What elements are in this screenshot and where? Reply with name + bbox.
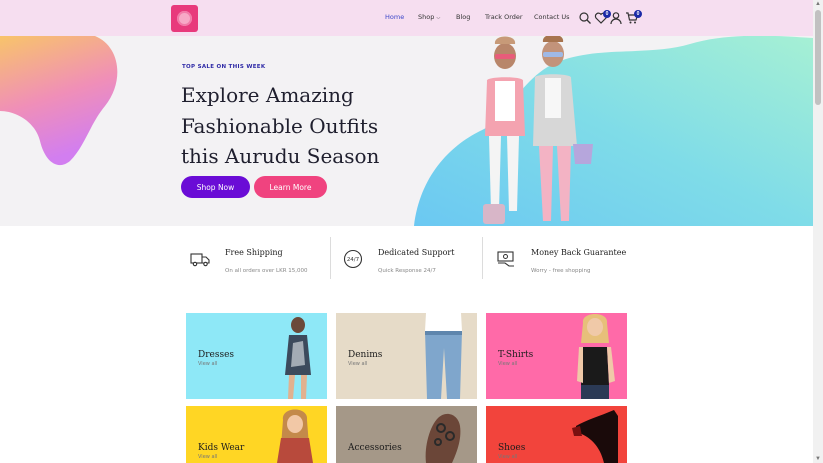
scroll-up-arrow-icon[interactable]: ▲	[813, 0, 823, 8]
category-name: Denims	[348, 350, 383, 360]
view-all-link[interactable]: View all	[198, 454, 217, 460]
feature-title: Free Shipping	[225, 248, 283, 257]
scroll-down-arrow-icon[interactable]: ▼	[813, 455, 823, 463]
truck-icon	[190, 253, 210, 267]
site-header: Home Shop ⌵ Blog Track Order Contact Us …	[0, 0, 813, 36]
search-icon[interactable]	[578, 11, 592, 25]
nav-blog[interactable]: Blog	[456, 13, 470, 21]
feature-title: Money Back Guarantee	[531, 248, 627, 257]
feature-money-back: Money Back Guarantee Worry - free shoppi…	[487, 238, 637, 282]
divider	[330, 237, 331, 279]
view-all-link[interactable]: View all	[498, 454, 517, 460]
shoes-image	[572, 410, 618, 463]
support-24-7-icon: 24/7	[343, 249, 363, 269]
nav-home[interactable]: Home	[385, 13, 404, 21]
hero-title-line: Fashionable Outfits	[181, 113, 379, 138]
category-name: Dresses	[198, 350, 235, 360]
category-card-dresses[interactable]: Dresses View all	[186, 313, 327, 399]
vertical-scrollbar[interactable]: ▲ ▼	[813, 0, 823, 463]
category-name: Shoes	[498, 443, 526, 453]
cart-count-badge: 0	[634, 10, 642, 18]
view-all-link[interactable]: View all	[498, 361, 517, 367]
denims-model-image	[425, 313, 462, 399]
feature-subtitle: Worry - free shopping	[531, 268, 591, 274]
hero-banner: TOP SALE ON THIS WEEK Explore Amazing Fa…	[0, 36, 813, 226]
user-icon[interactable]	[609, 11, 623, 25]
shop-now-button[interactable]: Shop Now	[181, 176, 250, 198]
kids-wear-model-image	[277, 409, 313, 463]
category-card-shoes[interactable]: Shoes View all	[486, 406, 627, 463]
dresses-model-image	[285, 317, 311, 399]
money-back-icon	[497, 251, 514, 267]
nav-shop[interactable]: Shop ⌵	[418, 13, 440, 21]
site-logo[interactable]	[171, 5, 198, 32]
hero-title-line: this Aurudu Season	[181, 144, 380, 168]
category-card-t-shirts[interactable]: T-Shirts View all	[486, 313, 627, 399]
category-name: Accessories	[348, 443, 402, 453]
hero-title-line: Explore Amazing	[181, 83, 354, 107]
feature-subtitle: Quick Response 24/7	[378, 268, 436, 274]
hero-models-image	[483, 36, 593, 224]
accessories-hand-image	[425, 413, 461, 463]
category-card-denims[interactable]: Denims View all	[336, 313, 477, 399]
feature-subtitle: On all orders over LKR 15,000	[225, 268, 308, 274]
nav-track-order[interactable]: Track Order	[485, 13, 523, 21]
hero-title: Explore Amazing Fashionable Outfits this…	[181, 80, 421, 172]
feature-title: Dedicated Support	[378, 248, 455, 257]
t-shirts-model-image	[577, 314, 615, 399]
category-card-accessories[interactable]: Accessories	[336, 406, 477, 463]
learn-more-button[interactable]: Learn More	[254, 176, 327, 198]
view-all-link[interactable]: View all	[348, 361, 367, 367]
divider	[482, 237, 483, 279]
category-card-kids-wear[interactable]: Kids Wear View all	[186, 406, 327, 463]
category-name: T-Shirts	[498, 350, 534, 360]
category-name: Kids Wear	[198, 443, 245, 453]
scrollbar-thumb[interactable]	[815, 10, 821, 105]
chevron-down-icon: ⌵	[436, 15, 441, 21]
svg-text:24/7: 24/7	[347, 257, 360, 263]
nav-contact-us[interactable]: Contact Us	[534, 13, 570, 21]
view-all-link[interactable]: View all	[198, 361, 217, 367]
feature-free-shipping: Free Shipping On all orders over LKR 15,…	[181, 238, 331, 282]
hero-kicker: TOP SALE ON THIS WEEK	[182, 64, 266, 70]
flower-logo-icon	[177, 11, 192, 26]
feature-dedicated-support: 24/7 Dedicated Support Quick Response 24…	[334, 238, 484, 282]
